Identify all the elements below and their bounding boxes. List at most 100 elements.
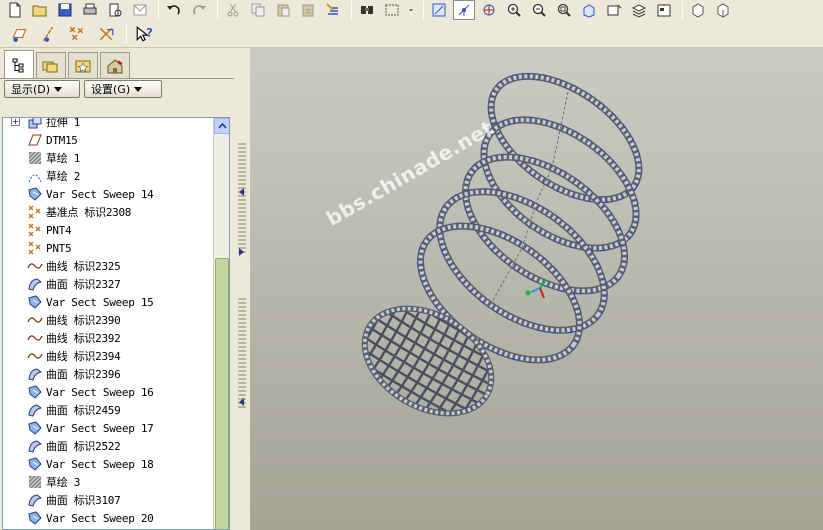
tree-item[interactable]: PNT5 [3,239,72,257]
tree-item[interactable]: 曲面 标识3107 [3,491,121,509]
splitter-grip-top[interactable] [238,143,246,253]
scroll-up-button[interactable] [214,118,229,134]
tree-item[interactable]: 草绘 2 [3,167,80,185]
curve-icon [27,335,43,341]
tree-item[interactable]: 曲线 标识2390 [3,311,121,329]
tree-item[interactable]: Var Sect Sweep 20 [3,509,154,527]
tree-item[interactable]: + 拉伸 1 [3,118,80,131]
reorient-button[interactable] [578,0,600,20]
tree-item[interactable]: Var Sect Sweep 18 [3,455,154,473]
tree-item[interactable]: 曲面 标识2327 [3,275,121,293]
tree-item[interactable]: 曲面 标识2459 [3,401,121,419]
main-toolbar [0,0,823,20]
find-button[interactable] [356,0,378,20]
navigator-tabs [0,50,234,79]
tree-item[interactable]: 曲线 标识2394 [3,347,121,365]
print-preview-button[interactable] [104,0,126,20]
coordinate-systems-icon [99,27,114,40]
model-tree-tab[interactable] [4,50,34,79]
save-icon [58,3,72,17]
curve-icon [27,317,43,323]
zoom-out-button[interactable] [528,0,550,20]
toolbar-separator [351,1,352,19]
collapse-left-icon[interactable] [239,188,244,196]
orient-button[interactable] [478,0,500,20]
new-file-button[interactable] [4,0,26,20]
datum-display-button[interactable] [428,0,450,20]
model-tree[interactable]: + 拉伸 1 DTM15 草绘 1 草绘 2 Var Sect Sweep 14 基准点 标… [2,117,230,530]
tree-item-label: Var Sect Sweep 15 [46,295,154,309]
tree-item[interactable]: 曲面 标识2396 [3,365,121,383]
tree-item[interactable]: 曲线 标识2392 [3,329,121,347]
cut-button[interactable] [222,0,244,20]
show-dropdown-button[interactable]: 显示(D) [4,80,80,98]
tree-item[interactable]: 草绘 1 [3,149,80,167]
saved-views-icon [607,4,622,16]
panel-splitter[interactable] [234,48,250,530]
tree-item[interactable]: 曲线 标识2325 [3,257,121,275]
save-button[interactable] [54,0,76,20]
tree-item-label: DTM15 [46,133,78,147]
tree-item[interactable]: Var Sect Sweep 16 [3,383,154,401]
window-close-button[interactable] [712,0,734,20]
folder-browser-tab[interactable] [36,52,66,78]
tree-scrollbar[interactable] [213,118,229,529]
context-help-icon: ? [136,25,153,42]
select-box-button[interactable] [381,0,403,20]
datum-point-icon [28,223,41,237]
redo-button[interactable] [188,0,210,20]
send-button[interactable] [129,0,151,20]
regenerate-button[interactable] [322,0,344,20]
connections-tab[interactable] [100,52,130,78]
tree-item-label: Var Sect Sweep 14 [46,187,154,201]
surface-icon [28,440,43,453]
datum-points-button[interactable] [64,24,90,44]
regenerate-icon [326,3,338,15]
tree-item[interactable]: 曲面 标识2522 [3,437,121,455]
show-button-label: 显示(D) [11,83,51,96]
refit-button[interactable] [553,0,575,20]
expand-toggle-icon[interactable]: + [11,118,20,126]
datum-planes-button[interactable] [6,24,32,44]
splitter-grip-bottom[interactable] [238,298,246,408]
tree-item[interactable]: Var Sect Sweep 17 [3,419,154,437]
spin-center-button[interactable] [453,0,475,20]
undo-button[interactable] [163,0,185,20]
datum-axes-button[interactable] [35,24,61,44]
saved-views-button[interactable] [603,0,625,20]
copy-icon [251,3,265,17]
paste-special-button[interactable] [297,0,319,20]
tree-item[interactable]: 基准点 标识2308 [3,203,131,221]
dropdown-button[interactable] [406,0,416,20]
tree-item[interactable]: PNT4 [3,221,72,239]
find-icon [361,6,373,14]
print-button[interactable] [79,0,101,20]
surface-icon [28,404,43,417]
zoom-in-button[interactable] [503,0,525,20]
settings-dropdown-button[interactable]: 设置(G) [84,80,162,98]
favorites-tab[interactable] [68,52,98,78]
tree-item-label: 曲面 标识3107 [46,494,121,507]
expand-right-icon[interactable] [239,248,244,256]
tab-divider [0,78,234,79]
view-manager-button[interactable] [653,0,675,20]
window-button[interactable] [687,0,709,20]
context-help-button[interactable]: ? [131,24,157,44]
toolbar-separator [126,24,127,43]
sweep-ring-4 [436,188,608,334]
sketch-icon [28,151,42,165]
paste-button[interactable] [272,0,294,20]
tree-item[interactable]: 草绘 3 [3,473,80,491]
print-preview-icon [109,3,122,17]
cut-icon [227,3,239,17]
graphics-window[interactable]: bbs.chinade.net [250,48,823,530]
tree-item[interactable]: DTM15 [3,131,78,149]
layers-button[interactable] [628,0,650,20]
tree-item[interactable]: Var Sect Sweep 14 [3,185,154,203]
open-folder-button[interactable] [29,0,51,20]
copy-button[interactable] [247,0,269,20]
coordinate-systems-button[interactable] [93,24,119,44]
tree-item[interactable]: Var Sect Sweep 15 [3,293,154,311]
scroll-thumb[interactable] [215,258,229,529]
collapse-left-icon-2[interactable] [239,398,244,406]
